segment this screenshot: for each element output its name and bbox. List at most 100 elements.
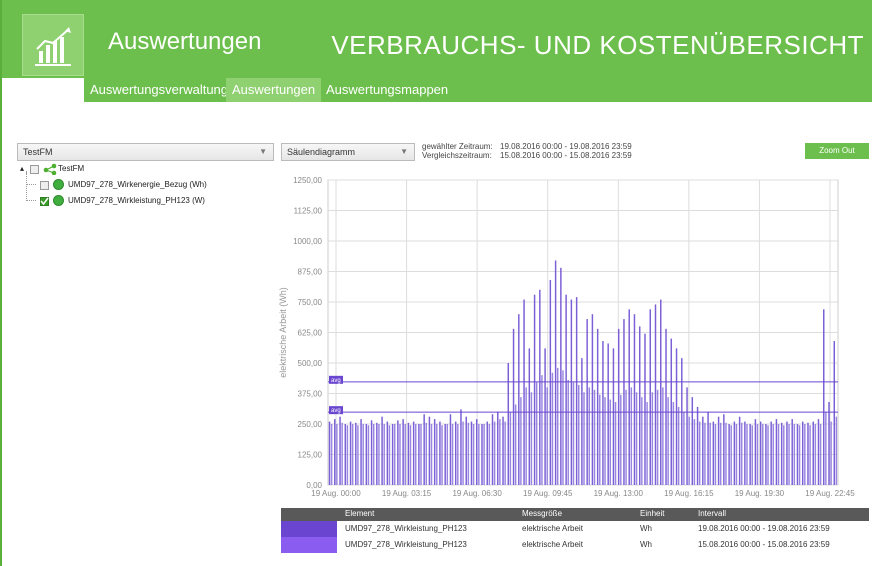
tab-auswertungsverwaltung[interactable]: Auswertungsverwaltung <box>84 78 234 102</box>
bar[interactable] <box>488 424 491 485</box>
bar[interactable] <box>633 314 636 485</box>
bar[interactable] <box>714 424 717 485</box>
bar[interactable] <box>412 421 415 485</box>
bar[interactable] <box>804 424 806 485</box>
bar[interactable] <box>635 392 638 485</box>
bar[interactable] <box>786 421 788 485</box>
bar[interactable] <box>518 314 520 485</box>
bar[interactable] <box>704 422 706 485</box>
bar[interactable] <box>796 424 799 485</box>
bar[interactable] <box>554 260 557 485</box>
bar[interactable] <box>638 326 641 485</box>
bar[interactable] <box>402 419 404 485</box>
bar[interactable] <box>572 382 575 485</box>
bar[interactable] <box>793 424 796 485</box>
bar[interactable] <box>686 387 688 485</box>
bar[interactable] <box>430 424 433 485</box>
bar[interactable] <box>772 424 775 485</box>
bar[interactable] <box>693 419 696 485</box>
bar[interactable] <box>388 425 391 485</box>
bar[interactable] <box>665 328 667 485</box>
bar[interactable] <box>644 333 646 485</box>
bar[interactable] <box>472 424 475 485</box>
bar[interactable] <box>339 416 341 485</box>
bar[interactable] <box>376 422 378 485</box>
bar[interactable] <box>751 425 753 485</box>
bar[interactable] <box>441 425 443 485</box>
bar[interactable] <box>423 414 425 485</box>
bar[interactable] <box>539 289 541 485</box>
bar[interactable] <box>830 421 832 485</box>
bar[interactable] <box>541 375 543 485</box>
bar[interactable] <box>355 422 357 485</box>
bar[interactable] <box>457 424 459 485</box>
bar[interactable] <box>428 416 431 485</box>
bar[interactable] <box>525 387 527 485</box>
chart-type-select[interactable]: Säulendiagramm ▼ <box>281 143 415 161</box>
bar[interactable] <box>346 425 349 485</box>
bar[interactable] <box>504 421 506 485</box>
bar[interactable] <box>357 425 359 485</box>
bar[interactable] <box>617 328 620 485</box>
bar[interactable] <box>591 314 594 485</box>
bar[interactable] <box>425 422 428 485</box>
bar[interactable] <box>336 424 338 485</box>
bar[interactable] <box>719 422 722 485</box>
bar[interactable] <box>481 424 483 485</box>
bar[interactable] <box>707 411 709 485</box>
bar[interactable] <box>497 411 499 485</box>
bar[interactable] <box>583 392 585 485</box>
bar[interactable] <box>533 294 536 485</box>
bar[interactable] <box>780 422 783 485</box>
bar[interactable] <box>809 425 811 485</box>
bar[interactable] <box>341 422 343 485</box>
bar[interactable] <box>641 397 643 485</box>
bar[interactable] <box>462 421 464 485</box>
bar[interactable] <box>351 424 354 485</box>
bar[interactable] <box>746 424 748 485</box>
tab-auswertungsmappen[interactable]: Auswertungsmappen <box>320 78 454 102</box>
bar[interactable] <box>575 297 578 485</box>
bar[interactable] <box>486 421 488 485</box>
zoom-out-button[interactable]: Zoom Out <box>805 143 869 159</box>
bar[interactable] <box>604 397 606 485</box>
bar[interactable] <box>812 421 814 485</box>
bar[interactable] <box>749 424 751 485</box>
bar[interactable] <box>593 389 596 485</box>
bar[interactable] <box>738 416 741 485</box>
bar[interactable] <box>696 406 699 485</box>
bar[interactable] <box>330 424 333 485</box>
bar[interactable] <box>623 319 625 485</box>
bar[interactable] <box>378 424 380 485</box>
bar[interactable] <box>570 299 573 485</box>
bar[interactable] <box>823 309 825 485</box>
tree-expand-icon[interactable]: ▴ <box>20 163 24 175</box>
bar[interactable] <box>620 394 622 485</box>
bar[interactable] <box>565 294 567 485</box>
bar[interactable] <box>756 424 759 485</box>
bar[interactable] <box>744 421 746 485</box>
bar[interactable] <box>449 414 452 485</box>
tree-item-checkbox[interactable] <box>40 181 49 190</box>
bar[interactable] <box>502 416 504 485</box>
bar[interactable] <box>509 411 512 485</box>
bar[interactable] <box>783 425 785 485</box>
bar[interactable] <box>819 424 822 485</box>
bar[interactable] <box>386 421 389 485</box>
bar[interactable] <box>581 358 583 485</box>
bar[interactable] <box>407 422 410 485</box>
bar[interactable] <box>825 411 827 485</box>
bar[interactable] <box>491 414 494 485</box>
bar[interactable] <box>791 419 793 485</box>
bar[interactable] <box>612 348 615 485</box>
bar[interactable] <box>835 416 838 485</box>
bar[interactable] <box>367 425 370 485</box>
bar[interactable] <box>765 424 767 485</box>
bar[interactable] <box>483 424 485 485</box>
bar[interactable] <box>478 424 480 485</box>
bar-chart[interactable]: 1250,00 1125,00 1000,00 875,00 750,00 625,00 5… <box>272 170 872 508</box>
bar[interactable] <box>349 421 352 485</box>
bar[interactable] <box>702 416 704 485</box>
bar[interactable] <box>381 416 383 485</box>
bar[interactable] <box>646 402 648 485</box>
